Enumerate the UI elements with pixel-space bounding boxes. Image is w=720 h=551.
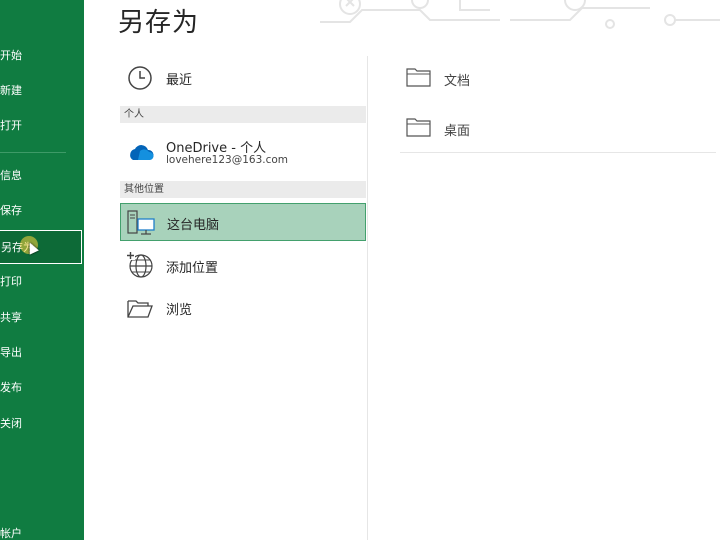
- backstage-nav: 开始 新建 打开 信息 保存 另存为 打印 共享 导出 发布 关闭 帐户: [0, 0, 84, 540]
- nav-item-new[interactable]: 新建: [0, 74, 84, 108]
- location-onedrive[interactable]: OneDrive - 个人 lovehere123@163.com: [120, 128, 366, 176]
- circuit-decoration: [320, 0, 720, 29]
- section-header-personal: 个人: [120, 106, 366, 123]
- location-browse[interactable]: 浏览: [120, 291, 366, 327]
- folder-label: 桌面: [444, 124, 471, 139]
- nav-item-home[interactable]: 开始: [0, 39, 84, 73]
- nav-item-info[interactable]: 信息: [0, 159, 84, 193]
- nav-item-open[interactable]: 打开: [0, 109, 84, 143]
- open-folder-icon: [127, 300, 153, 318]
- location-recent[interactable]: 最近: [120, 60, 366, 96]
- folder-documents[interactable]: 文档: [400, 56, 716, 100]
- cloud-icon: [130, 145, 154, 160]
- nav-divider: [0, 152, 66, 153]
- account-email: lovehere123@163.com: [166, 154, 289, 166]
- folder-icon: [406, 68, 431, 87]
- nav-item-account[interactable]: 帐户: [0, 517, 84, 551]
- location-label: 这台电脑: [167, 218, 220, 233]
- folder-icon: [406, 118, 431, 137]
- nav-item-publish[interactable]: 发布: [0, 371, 84, 405]
- nav-item-export[interactable]: 导出: [0, 336, 84, 370]
- nav-item-save[interactable]: 保存: [0, 194, 84, 228]
- folder-list-divider: [400, 152, 716, 153]
- location-label: 添加位置: [166, 261, 219, 276]
- page-title: 另存为: [118, 8, 200, 38]
- location-label: 浏览: [166, 303, 193, 318]
- globe-add-icon: [126, 251, 153, 278]
- nav-item-share[interactable]: 共享: [0, 301, 84, 335]
- location-add-place[interactable]: 添加位置: [120, 247, 366, 283]
- nav-item-save-as[interactable]: 另存为: [0, 230, 82, 264]
- nav-item-print[interactable]: 打印: [0, 265, 84, 299]
- folder-label: 文档: [444, 74, 471, 89]
- column-divider: [367, 56, 368, 540]
- folder-desktop[interactable]: 桌面: [400, 106, 716, 150]
- computer-icon: [127, 210, 155, 235]
- location-this-pc[interactable]: 这台电脑: [120, 203, 366, 241]
- section-header-other: 其他位置: [120, 181, 366, 198]
- clock-icon: [128, 66, 152, 90]
- nav-item-close[interactable]: 关闭: [0, 407, 84, 441]
- location-label: 最近: [166, 73, 193, 88]
